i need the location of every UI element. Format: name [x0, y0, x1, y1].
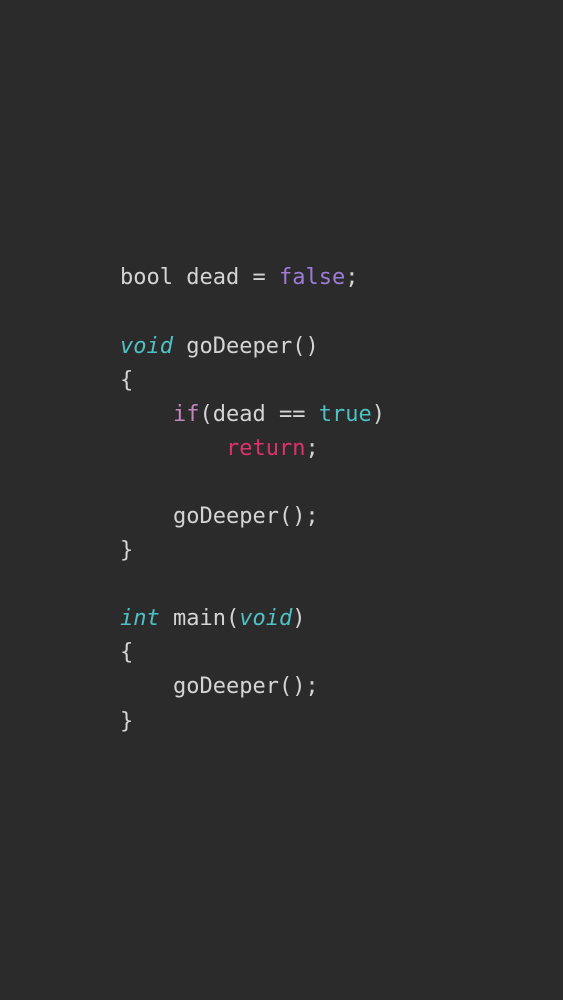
fn-godeeper: goDeeper — [186, 334, 292, 359]
type-bool: bool — [120, 265, 173, 290]
brace-open: { — [120, 640, 133, 665]
line-11: int main(void) — [120, 606, 305, 631]
param-void: void — [239, 606, 292, 631]
type-int: int — [120, 606, 160, 631]
keyword-return: return — [226, 436, 305, 461]
brace-close: } — [120, 709, 133, 734]
fn-main: main — [173, 606, 226, 631]
line-13: goDeeper(); — [120, 674, 319, 699]
eq-op: == — [279, 402, 306, 427]
line-6: return; — [120, 436, 319, 461]
literal-true: true — [319, 402, 372, 427]
brace-open: { — [120, 368, 133, 393]
ident-dead: dead — [186, 265, 239, 290]
call-godeeper: goDeeper(); — [173, 674, 319, 699]
line-8: goDeeper(); — [120, 504, 319, 529]
literal-false: false — [279, 265, 345, 290]
line-1: bool dead = false; — [120, 265, 358, 290]
line-5: if(dead == true) — [120, 402, 385, 427]
assign-op: = — [252, 265, 265, 290]
call-godeeper: goDeeper(); — [173, 504, 319, 529]
line-3: void goDeeper() — [120, 334, 319, 359]
keyword-if: if — [173, 402, 200, 427]
brace-close: } — [120, 538, 133, 563]
type-void: void — [120, 334, 173, 359]
code-snippet: bool dead = false; void goDeeper() { if(… — [120, 261, 385, 738]
